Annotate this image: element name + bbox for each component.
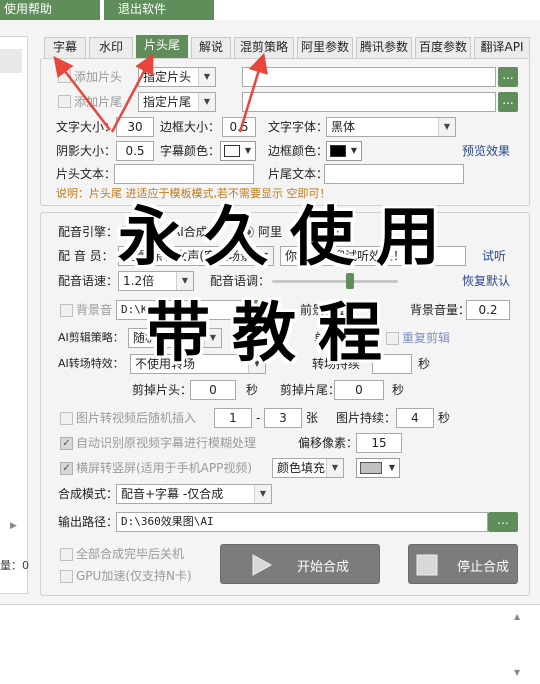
annotation-arrow — [238, 52, 268, 133]
watermark-line2: 带教程 — [146, 296, 404, 371]
watermark-line1: 永久使用 — [118, 200, 462, 275]
annotation-arrow — [53, 56, 111, 131]
annotation-arrow — [110, 53, 154, 133]
